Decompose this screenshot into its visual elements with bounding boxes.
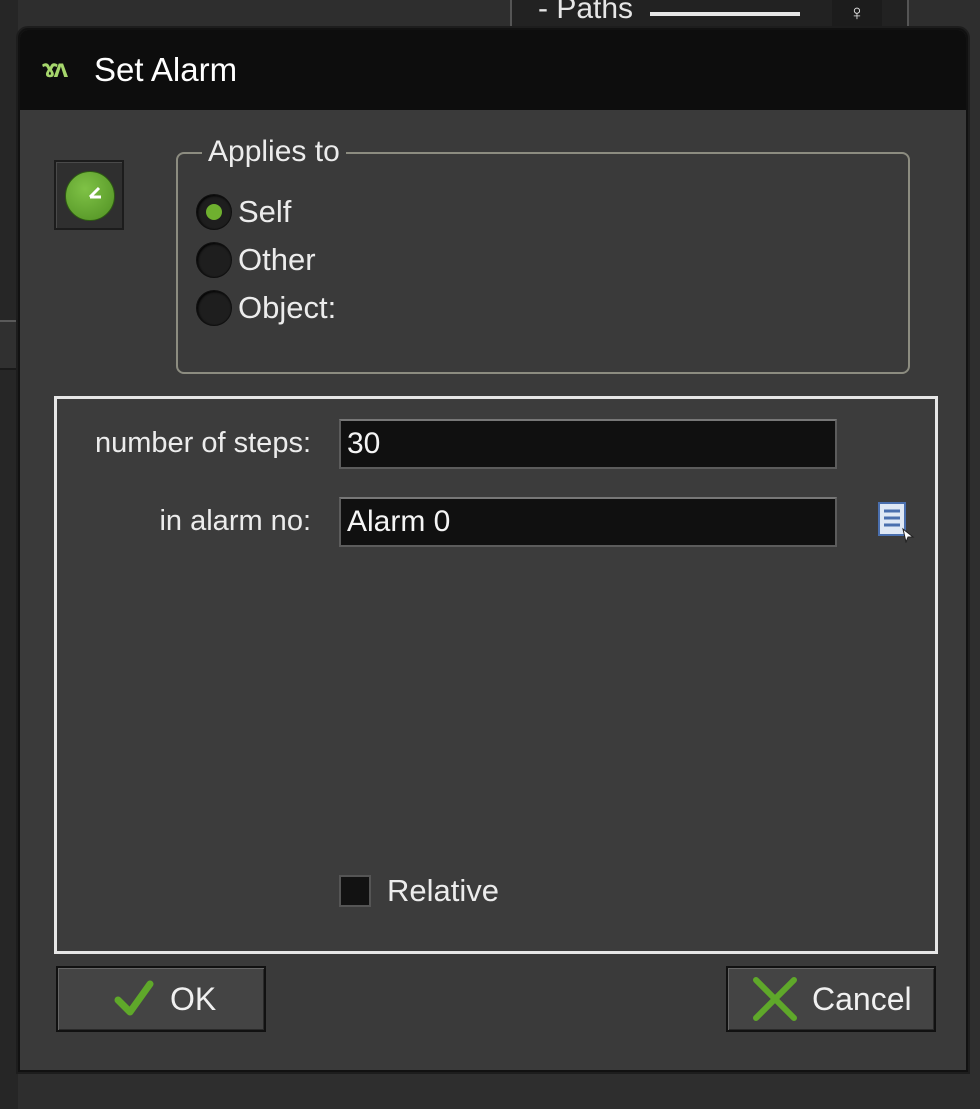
app-logo-icon: ɤʌ bbox=[42, 53, 68, 83]
radio-self[interactable]: Self bbox=[196, 192, 291, 232]
alarm-action-button[interactable] bbox=[54, 160, 124, 230]
alarm-clock-icon bbox=[65, 171, 115, 221]
background-paths-icon[interactable]: ♀ bbox=[832, 0, 882, 26]
cancel-button[interactable]: Cancel bbox=[726, 966, 936, 1032]
radio-object[interactable]: Object: bbox=[196, 288, 336, 328]
alarm-number-label: in alarm no: bbox=[159, 505, 311, 537]
radio-object-label: Object: bbox=[238, 290, 337, 325]
cross-icon bbox=[753, 977, 797, 1021]
ok-button[interactable]: OK bbox=[56, 966, 266, 1032]
radio-object-indicator[interactable] bbox=[196, 290, 232, 326]
relative-label: Relative bbox=[387, 873, 499, 908]
relative-checkbox[interactable]: Relative bbox=[339, 869, 499, 913]
relative-checkbox-box[interactable] bbox=[339, 875, 371, 907]
dialog-titlebar[interactable]: ɤʌ Set Alarm bbox=[20, 30, 966, 110]
ok-label: OK bbox=[170, 980, 217, 1017]
background-side-divider bbox=[0, 320, 18, 370]
radio-self-indicator[interactable] bbox=[196, 194, 232, 230]
background-paths-line bbox=[650, 12, 800, 16]
dialog-title: Set Alarm bbox=[94, 51, 238, 88]
radio-other-indicator[interactable] bbox=[196, 242, 232, 278]
cancel-label: Cancel bbox=[812, 980, 912, 1017]
radio-self-label: Self bbox=[238, 194, 292, 229]
steps-label: number of steps: bbox=[95, 427, 311, 459]
radio-other[interactable]: Other bbox=[196, 240, 316, 280]
radio-other-label: Other bbox=[238, 242, 316, 277]
background-paths-label[interactable]: - Paths bbox=[538, 0, 633, 26]
list-menu-icon[interactable] bbox=[875, 499, 915, 544]
applies-to-group: Applies to Self Other Object: bbox=[176, 132, 910, 374]
steps-input[interactable] bbox=[339, 419, 837, 469]
parameters-panel: number of steps: in alarm no: Relative bbox=[54, 396, 938, 954]
set-alarm-dialog: ɤʌ Set Alarm Applies to Self Other Objec… bbox=[18, 28, 968, 1072]
screen: - Paths ♀ ɤʌ Set Alarm Applies to Self O… bbox=[0, 0, 980, 1109]
background-side-panel bbox=[0, 0, 18, 1109]
checkmark-icon bbox=[114, 980, 154, 1016]
alarm-number-input[interactable] bbox=[339, 497, 837, 547]
applies-to-legend: Applies to bbox=[202, 132, 346, 172]
